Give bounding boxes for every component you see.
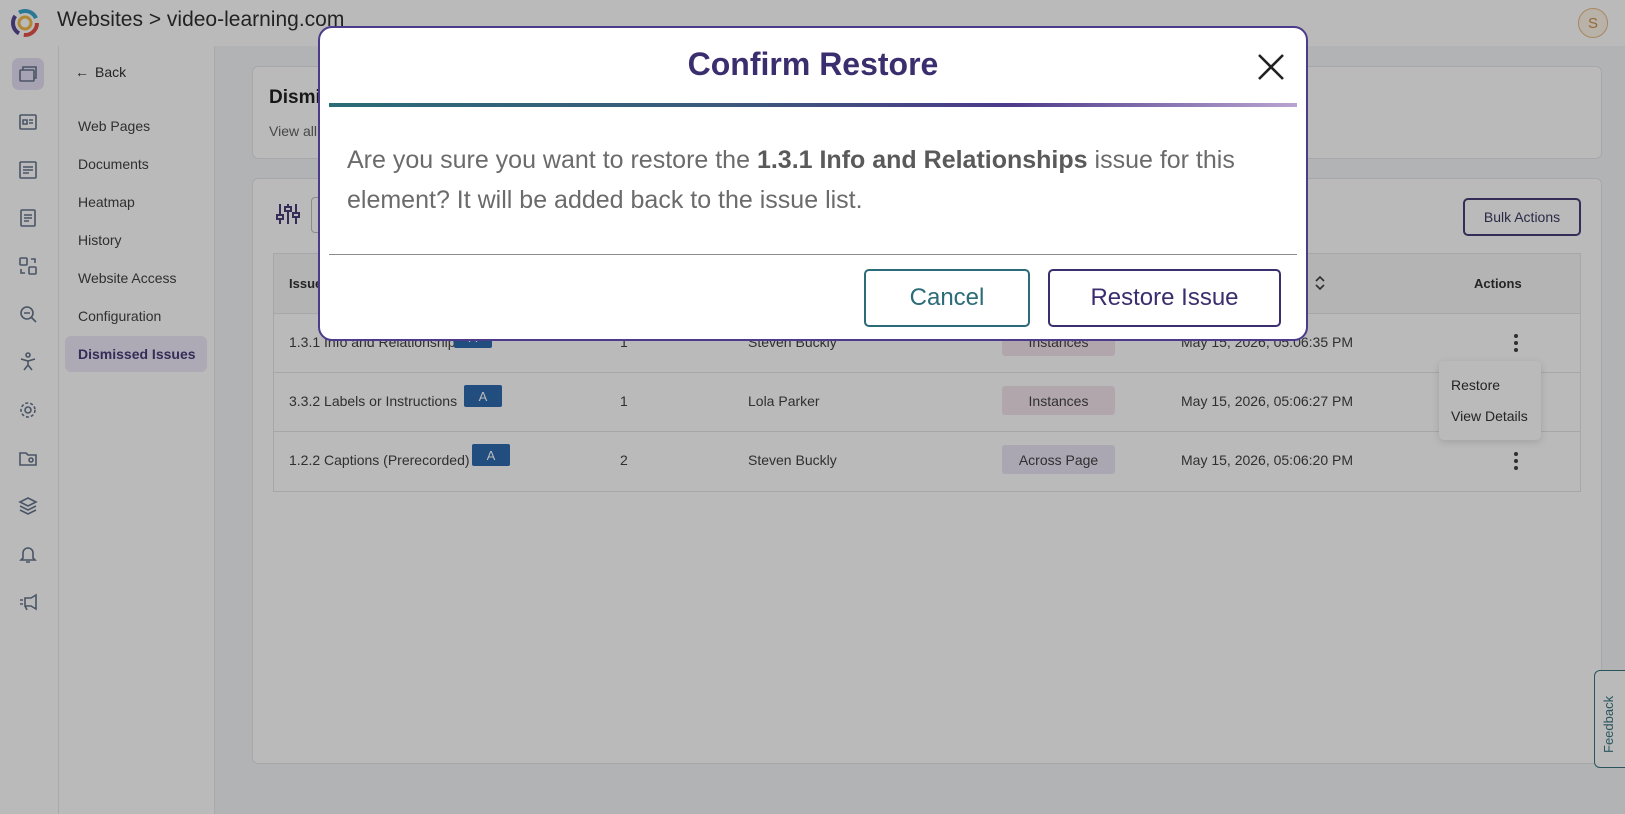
cancel-button[interactable]: Cancel	[864, 269, 1030, 327]
restore-issue-button[interactable]: Restore Issue	[1048, 269, 1281, 327]
dialog-title: Confirm Restore	[687, 46, 939, 82]
title-divider	[329, 103, 1297, 107]
dialog-message: Are you sure you want to restore the 1.3…	[347, 140, 1277, 220]
footer-divider	[329, 254, 1297, 255]
close-icon[interactable]	[1254, 50, 1288, 84]
confirm-restore-dialog: Confirm Restore Are you sure you want to…	[318, 26, 1308, 341]
message-prefix: Are you sure you want to restore the	[347, 146, 757, 174]
message-issue-name: 1.3.1 Info and Relationships	[756, 146, 1088, 174]
